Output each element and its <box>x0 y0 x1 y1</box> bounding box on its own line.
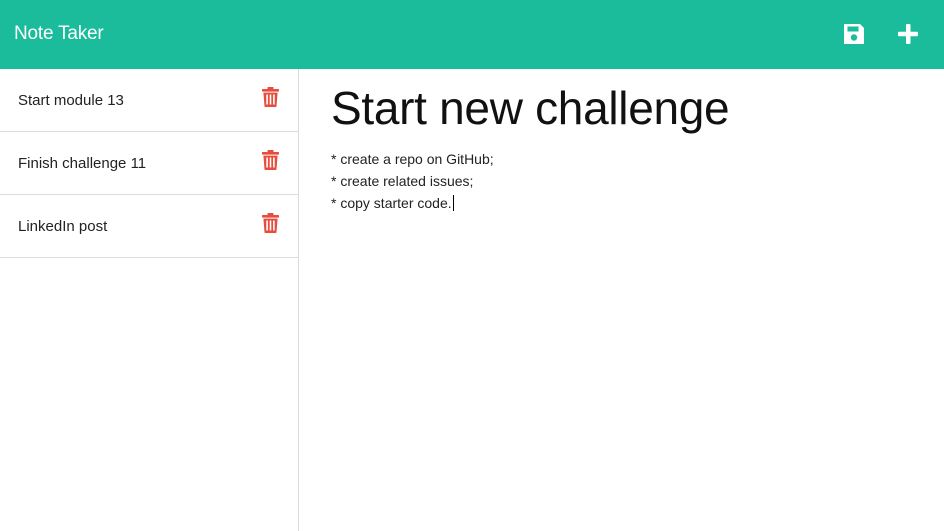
note-title: Start module 13 <box>18 92 124 109</box>
delete-note-button[interactable] <box>262 87 279 107</box>
plus-icon <box>898 24 918 44</box>
note-title-input[interactable]: Start new challenge <box>331 81 730 135</box>
note-text-line: * create related issues; <box>331 173 474 189</box>
note-text-area[interactable]: * create a repo on GitHub; * create rela… <box>331 148 494 214</box>
delete-note-button[interactable] <box>262 150 279 170</box>
trash-icon <box>262 150 279 170</box>
note-title: Finish challenge 11 <box>18 155 147 172</box>
new-note-button[interactable] <box>894 20 922 48</box>
save-note-button[interactable] <box>840 20 868 48</box>
note-list: Start module 13 Finish challenge 11 Link… <box>0 69 299 531</box>
list-item[interactable]: Start module 13 <box>0 69 298 132</box>
list-item[interactable]: Finish challenge 11 <box>0 132 298 195</box>
delete-note-button[interactable] <box>262 213 279 233</box>
trash-icon <box>262 213 279 233</box>
text-caret <box>452 195 454 211</box>
trash-icon <box>262 87 279 107</box>
list-item[interactable]: LinkedIn post <box>0 195 298 258</box>
note-text-line: * create a repo on GitHub; <box>331 151 494 167</box>
navbar: Note Taker <box>0 0 944 69</box>
note-editor: Start new challenge * create a repo on G… <box>300 69 944 531</box>
note-title: LinkedIn post <box>18 218 108 235</box>
note-text-line: * copy starter code. <box>331 192 494 214</box>
floppy-disk-icon <box>844 24 864 44</box>
app-title[interactable]: Note Taker <box>14 22 104 46</box>
note-text-line-content: * copy starter code. <box>331 195 452 211</box>
